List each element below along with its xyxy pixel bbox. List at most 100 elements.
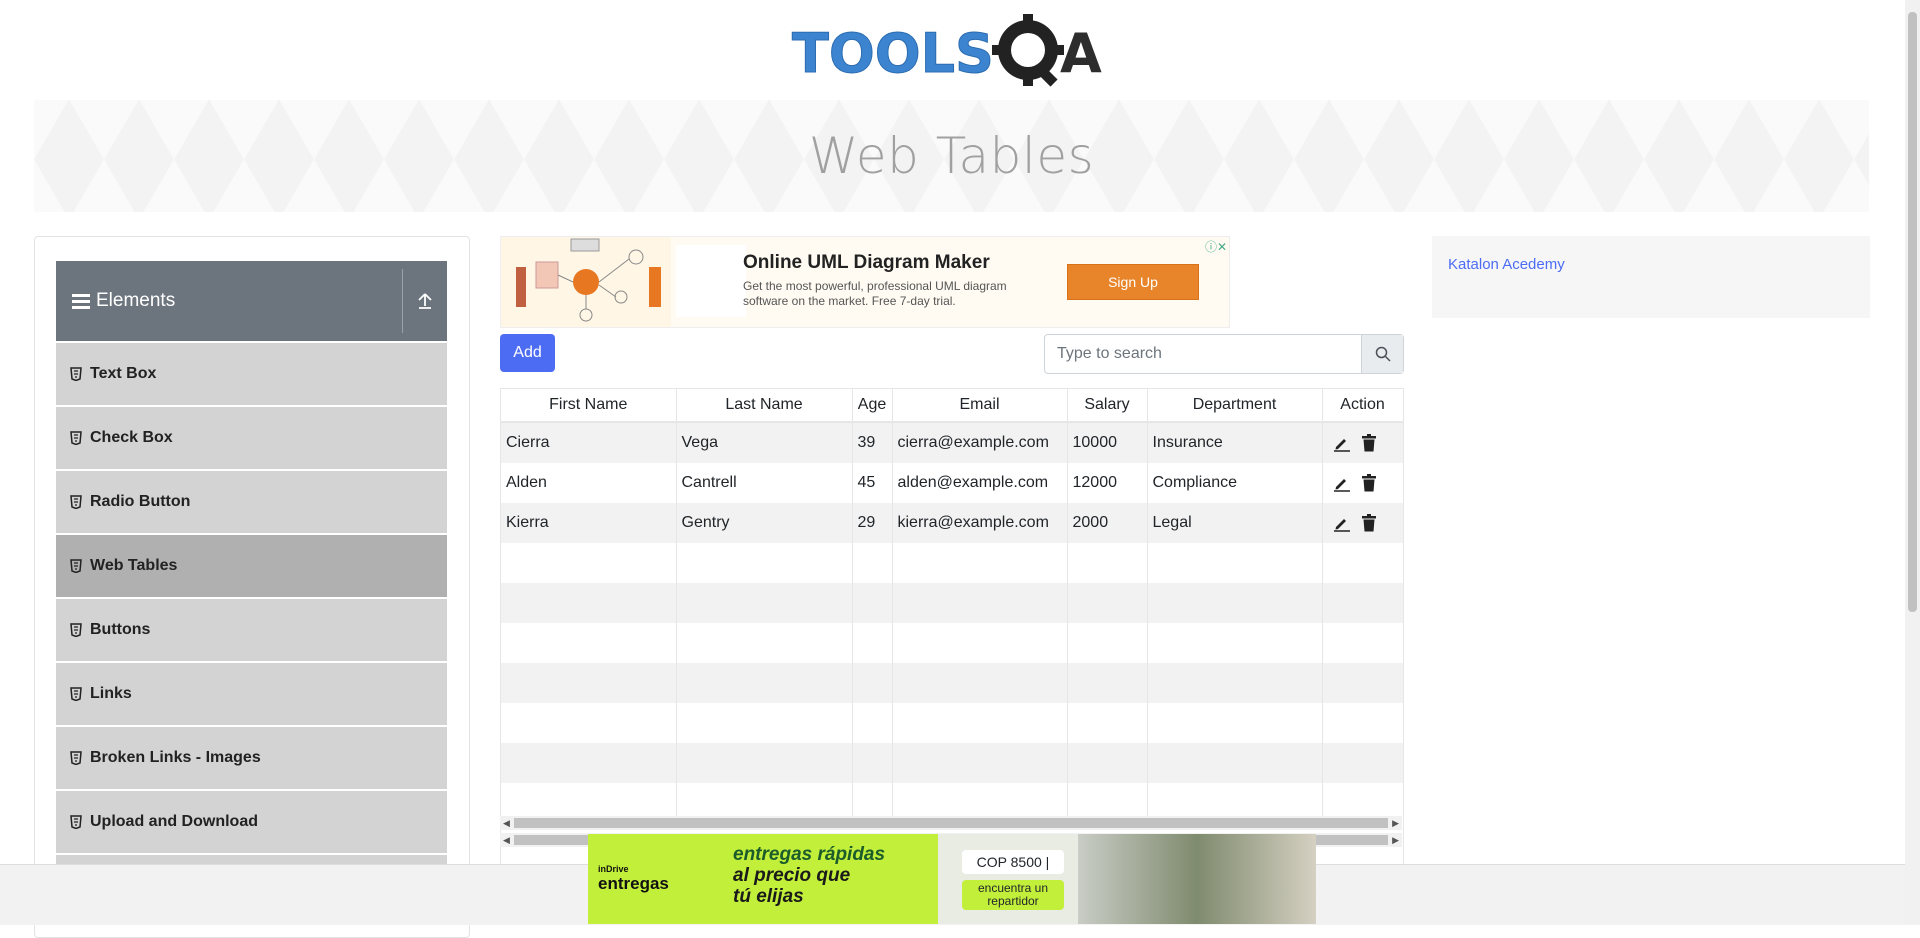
scroll-left-icon[interactable]: ◀ xyxy=(503,818,510,829)
ad-description: Get the most powerful, professional UML … xyxy=(743,279,1007,308)
html5-icon xyxy=(70,623,82,637)
gear-icon xyxy=(992,14,1064,87)
cell-last-name: Vega xyxy=(676,422,853,463)
ad-right-panel: COP 8500 | encuentra un repartidor xyxy=(938,834,1316,924)
page-scrollbar[interactable] xyxy=(1905,0,1920,924)
sidebar-item-label: Text Box xyxy=(90,365,157,382)
ad-logo xyxy=(676,245,746,317)
sidebar-item-label: Links xyxy=(90,685,132,702)
edit-icon[interactable] xyxy=(1333,514,1351,532)
scroll-left-icon[interactable]: ◀ xyxy=(503,835,510,846)
html5-icon xyxy=(70,687,82,701)
right-ad-slot: Katalon Acedemy xyxy=(1432,236,1870,318)
search-box xyxy=(1044,334,1404,374)
table-row: Kierra Gentry 29 kierra@example.com 2000… xyxy=(501,503,1403,543)
scroll-thumb[interactable] xyxy=(514,818,1388,828)
table-row: Cierra Vega 39 cierra@example.com 10000 … xyxy=(501,422,1403,463)
table-horizontal-scrollbar[interactable]: ◀ ▶ xyxy=(500,816,1402,830)
search-input[interactable] xyxy=(1045,335,1361,373)
search-icon xyxy=(1375,346,1391,362)
ad-cta-button[interactable]: encuentra un repartidor xyxy=(962,880,1064,910)
column-header[interactable]: Email xyxy=(892,389,1068,423)
cell-salary: 10000 xyxy=(1067,422,1148,463)
delete-icon[interactable] xyxy=(1361,434,1377,452)
add-button[interactable]: Add xyxy=(500,334,555,372)
katalon-academy-link[interactable]: Katalon Acedemy xyxy=(1448,256,1565,273)
sidebar-item-radio-button[interactable]: Radio Button xyxy=(56,471,447,533)
column-header[interactable]: Last Name xyxy=(676,389,853,423)
sidebar-item-check-box[interactable]: Check Box xyxy=(56,407,447,469)
cell-action xyxy=(1322,503,1403,543)
cell-email: cierra@example.com xyxy=(892,422,1068,463)
column-header: Action xyxy=(1322,389,1403,423)
empty-row xyxy=(501,743,1403,783)
cell-action xyxy=(1322,463,1403,503)
cell-last-name: Cantrell xyxy=(676,463,853,503)
page-header-banner: Web Tables xyxy=(34,100,1869,212)
edit-icon[interactable] xyxy=(1333,434,1351,452)
sidebar-item-web-tables[interactable]: Web Tables xyxy=(56,535,447,597)
cell-first-name: Cierra xyxy=(501,422,677,463)
edit-icon[interactable] xyxy=(1333,474,1351,492)
sidebar-item-upload-download[interactable]: Upload and Download xyxy=(56,791,447,853)
column-header[interactable]: First Name xyxy=(501,389,677,423)
sidebar-item-label: Web Tables xyxy=(90,557,178,574)
logo-text-left: TOOLS xyxy=(792,22,994,85)
sidebar-item-text-box[interactable]: Text Box xyxy=(56,343,447,405)
ad-left-panel: inDrive entregas entregas rápidas al prec… xyxy=(588,834,938,924)
collapse-arrow-icon[interactable] xyxy=(416,291,434,311)
ad-illustration xyxy=(501,237,671,327)
cell-salary: 12000 xyxy=(1067,463,1148,503)
delete-icon[interactable] xyxy=(1361,514,1377,532)
hamburger-icon xyxy=(72,293,90,309)
web-table: First Name Last Name Age Email Salary De… xyxy=(500,388,1404,868)
cell-department: Compliance xyxy=(1147,463,1323,503)
cell-email: kierra@example.com xyxy=(892,503,1068,543)
empty-row xyxy=(501,543,1403,583)
cell-age: 45 xyxy=(852,463,893,503)
page-title: Web Tables xyxy=(808,127,1095,185)
ad-close-icon[interactable]: ⓘ✕ xyxy=(1205,238,1227,255)
cell-age: 29 xyxy=(852,503,893,543)
sidebar-item-label: Radio Button xyxy=(90,493,191,510)
cell-email: alden@example.com xyxy=(892,463,1068,503)
sidebar-item-label: Check Box xyxy=(90,429,173,446)
html5-icon xyxy=(70,815,82,829)
sidebar-item-label: Broken Links - Images xyxy=(90,749,261,766)
column-header[interactable]: Age xyxy=(852,389,893,423)
ad-brand: inDrive entregas xyxy=(598,864,669,893)
page-scroll-thumb[interactable] xyxy=(1908,12,1917,612)
search-button[interactable] xyxy=(1361,335,1403,373)
ad-slogan: entregas rápidas al precio que tú elijas xyxy=(733,844,886,907)
cell-age: 39 xyxy=(852,422,893,463)
elements-group-header[interactable]: Elements xyxy=(56,261,447,341)
sidebar-item-buttons[interactable]: Buttons xyxy=(56,599,447,661)
scroll-right-icon[interactable]: ▶ xyxy=(1392,835,1399,846)
left-panel: Elements Text Box Check Box Radio Button… xyxy=(34,236,470,938)
ad-title: Online UML Diagram Maker xyxy=(743,252,990,273)
empty-row xyxy=(501,663,1403,703)
sidebar-item-label: Buttons xyxy=(90,621,151,638)
toolsqa-logo[interactable]: TOOLS A xyxy=(790,12,1120,92)
table-header-row: First Name Last Name Age Email Salary De… xyxy=(501,389,1403,423)
ad-banner-uml[interactable]: Online UML Diagram Maker Get the most po… xyxy=(500,236,1230,328)
empty-row xyxy=(501,623,1403,663)
ad-signup-button[interactable]: Sign Up xyxy=(1067,264,1199,300)
sidebar-item-broken-links[interactable]: Broken Links - Images xyxy=(56,727,447,789)
sidebar-item-links[interactable]: Links xyxy=(56,663,447,725)
cell-first-name: Alden xyxy=(501,463,677,503)
bottom-ad-indrive[interactable]: inDrive entregas entregas rápidas al prec… xyxy=(588,834,1316,924)
html5-icon xyxy=(70,495,82,509)
cell-action xyxy=(1322,422,1403,463)
group-title: Elements xyxy=(96,290,176,311)
scroll-right-icon[interactable]: ▶ xyxy=(1392,818,1399,829)
ad-photo xyxy=(1078,834,1316,924)
html5-icon xyxy=(70,751,82,765)
cell-department: Insurance xyxy=(1147,422,1323,463)
empty-row xyxy=(501,703,1403,743)
header-divider xyxy=(402,269,403,333)
delete-icon[interactable] xyxy=(1361,474,1377,492)
column-header[interactable]: Salary xyxy=(1067,389,1148,423)
column-header[interactable]: Department xyxy=(1147,389,1323,423)
table-row: Alden Cantrell 45 alden@example.com 1200… xyxy=(501,463,1403,503)
